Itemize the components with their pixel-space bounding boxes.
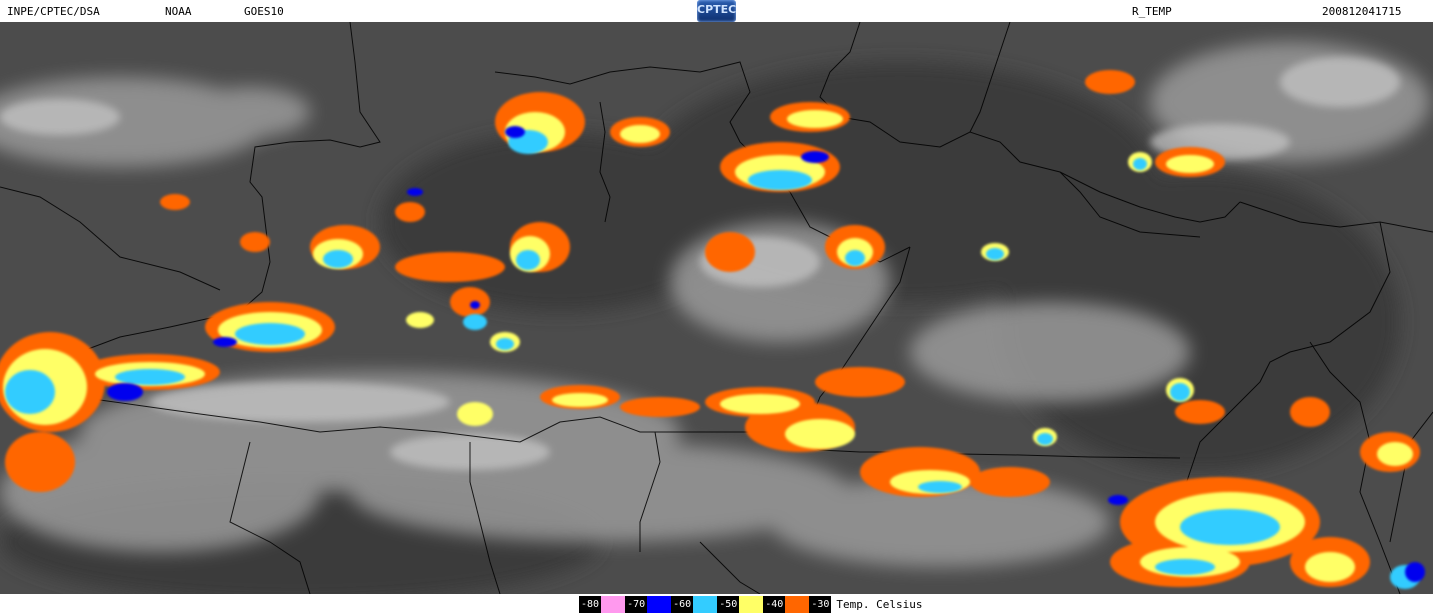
legend-item: -50 <box>717 595 764 613</box>
legend-unit: Temp. Celsius <box>836 597 923 611</box>
legend-item: -30 <box>809 595 832 613</box>
legend-item: -80 <box>579 595 626 613</box>
legend-item: -60 <box>671 595 718 613</box>
satellite-image <box>0 22 1433 594</box>
header-bar: INPE/CPTEC/DSA NOAA GOES10 CPTEC R_TEMP … <box>0 0 1433 22</box>
legend-item: -70 <box>625 595 672 613</box>
legend-value: -30 <box>809 595 832 613</box>
legend-item: -40 <box>763 595 810 613</box>
legend-swatch <box>601 595 626 613</box>
satellite-label: GOES10 <box>244 5 284 18</box>
timestamp-label: 200812041715 <box>1322 5 1402 18</box>
satellite-map <box>0 22 1433 594</box>
source-label: INPE/CPTEC/DSA <box>7 5 100 18</box>
legend-value: -60 <box>671 595 694 613</box>
legend-swatch <box>785 595 810 613</box>
product-label: R_TEMP <box>1132 5 1172 18</box>
legend-swatch <box>739 595 764 613</box>
temperature-legend: -80 -70 -60 -50 -40 -30 Temp. Celsius <box>0 594 1433 614</box>
legend-value: -70 <box>625 595 648 613</box>
legend-value: -40 <box>763 595 786 613</box>
legend-swatch <box>647 595 672 613</box>
legend-value: -80 <box>579 595 602 613</box>
legend-value: -50 <box>717 595 740 613</box>
agency-label: NOAA <box>165 5 192 18</box>
legend-scale: -80 -70 -60 -50 -40 -30 Temp. Celsius <box>579 594 922 614</box>
legend-swatch <box>693 595 718 613</box>
cptec-logo: CPTEC <box>697 0 736 22</box>
